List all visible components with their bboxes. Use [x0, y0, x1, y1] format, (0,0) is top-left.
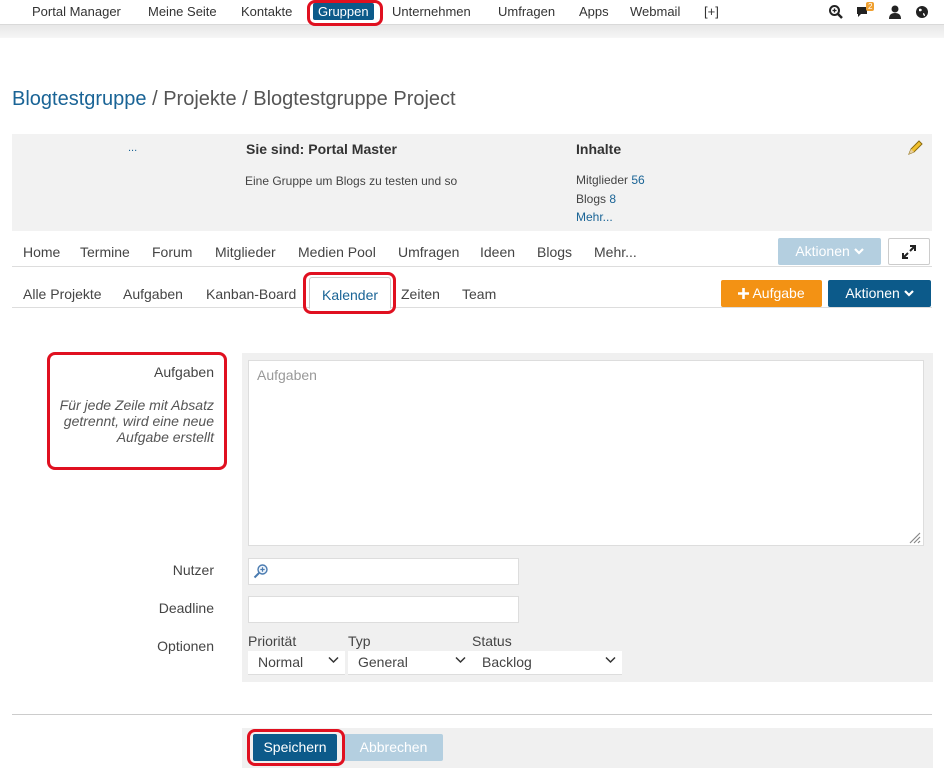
members-label: Mitglieder	[576, 173, 629, 187]
breadcrumb-group[interactable]: Blogtestgruppe	[12, 88, 147, 110]
group-avatar-placeholder[interactable]: ...	[128, 142, 137, 154]
user-icon[interactable]	[887, 4, 903, 20]
nav-meine-seite[interactable]: Meine Seite	[148, 4, 217, 19]
group-actions-button[interactable]: Aktionen	[778, 238, 881, 265]
pencil-icon[interactable]	[906, 139, 924, 157]
group-tab-blogs[interactable]: Blogs	[537, 244, 572, 260]
chevron-down-icon	[328, 656, 339, 664]
priority-label: Priorität	[248, 633, 297, 649]
cancel-button[interactable]: Abbrechen	[344, 734, 443, 761]
nav-unternehmen[interactable]: Unternehmen	[392, 4, 471, 19]
group-tab-umfragen[interactable]: Umfragen	[398, 244, 459, 260]
globe-icon[interactable]	[914, 4, 930, 20]
priority-select[interactable]: Normal	[248, 651, 345, 675]
project-actions-label: Aktionen	[845, 285, 900, 301]
group-info-panel: ... Sie sind: Portal Master Eine Gruppe …	[12, 134, 932, 231]
project-actions-button[interactable]: Aktionen	[828, 280, 931, 307]
breadcrumb-separator: /	[236, 88, 254, 110]
deadline-label: Deadline	[158, 600, 214, 616]
type-label: Typ	[348, 633, 371, 649]
expand-button[interactable]	[888, 238, 930, 265]
role-heading: Sie sind: Portal Master	[246, 141, 397, 157]
members-stat: Mitglieder 56	[576, 173, 645, 187]
nav-add[interactable]: [+]	[704, 4, 719, 19]
search-icon[interactable]	[828, 4, 844, 20]
group-tab-medien-pool[interactable]: Medien Pool	[298, 244, 376, 260]
priority-value: Normal	[258, 654, 304, 670]
project-tab-alle-projekte[interactable]: Alle Projekte	[23, 286, 102, 302]
group-tab-home[interactable]: Home	[23, 244, 60, 260]
nav-kontakte[interactable]: Kontakte	[241, 4, 292, 19]
plus-icon	[738, 288, 750, 299]
status-value: Backlog	[482, 654, 532, 670]
type-value: General	[358, 654, 408, 670]
blogs-stat: Blogs 8	[576, 192, 616, 206]
highlight-kalender	[303, 272, 396, 314]
notification-badge: 2	[866, 2, 875, 11]
blogs-label: Blogs	[576, 192, 607, 206]
highlight-gruppen	[307, 0, 383, 26]
user-input[interactable]	[248, 558, 519, 585]
group-tab-more[interactable]: Mehr...	[594, 244, 637, 260]
group-actions-label: Aktionen	[795, 243, 850, 259]
members-count[interactable]: 56	[631, 173, 644, 187]
breadcrumb-section[interactable]: Projekte	[163, 88, 236, 110]
user-search-icon[interactable]	[253, 563, 269, 579]
form-divider	[12, 714, 932, 715]
chevron-down-icon	[903, 290, 914, 297]
deadline-input[interactable]	[248, 596, 519, 623]
breadcrumb-separator: /	[146, 88, 164, 110]
project-tab-team[interactable]: Team	[462, 286, 496, 302]
chevron-down-icon	[605, 656, 616, 664]
add-task-label: Aufgabe	[752, 285, 805, 301]
nav-portal-manager[interactable]: Portal Manager	[32, 4, 121, 19]
group-tab-mitglieder[interactable]: Mitglieder	[215, 244, 276, 260]
status-label: Status	[472, 633, 512, 649]
content-heading: Inhalte	[576, 141, 622, 157]
highlight-tasks-label	[47, 352, 227, 470]
options-label: Optionen	[157, 638, 214, 654]
group-description: Eine Gruppe um Blogs zu testen und so	[245, 174, 458, 188]
top-navigation: Portal Manager Meine Seite Kontakte Grup…	[0, 0, 944, 25]
tasks-textarea[interactable]: Aufgaben	[248, 360, 924, 546]
resize-handle-icon[interactable]	[908, 531, 921, 544]
nav-umfragen[interactable]: Umfragen	[498, 4, 555, 19]
page-title: Blogtestgruppe / Projekte / Blogtestgrup…	[12, 88, 456, 111]
project-tab-kanban-board[interactable]: Kanban-Board	[206, 286, 296, 302]
status-select[interactable]: Backlog	[472, 651, 622, 675]
blogs-count[interactable]: 8	[609, 192, 616, 206]
chevron-down-icon	[853, 248, 864, 255]
group-tab-forum[interactable]: Forum	[152, 244, 192, 260]
more-link[interactable]: Mehr...	[576, 210, 613, 224]
group-tab-ideen[interactable]: Ideen	[480, 244, 515, 260]
header-band	[0, 25, 944, 38]
highlight-save	[247, 729, 345, 766]
nav-apps[interactable]: Apps	[579, 4, 609, 19]
project-tab-zeiten[interactable]: Zeiten	[401, 286, 440, 302]
project-tab-aufgaben[interactable]: Aufgaben	[123, 286, 183, 302]
user-label: Nutzer	[172, 562, 214, 578]
group-tab-termine[interactable]: Termine	[80, 244, 130, 260]
type-select[interactable]: General	[348, 651, 472, 675]
add-task-button[interactable]: Aufgabe	[721, 280, 822, 307]
breadcrumb-project: Blogtestgruppe Project	[253, 88, 456, 110]
nav-webmail[interactable]: Webmail	[630, 4, 680, 19]
chevron-down-icon	[455, 656, 466, 664]
expand-icon	[902, 245, 916, 259]
